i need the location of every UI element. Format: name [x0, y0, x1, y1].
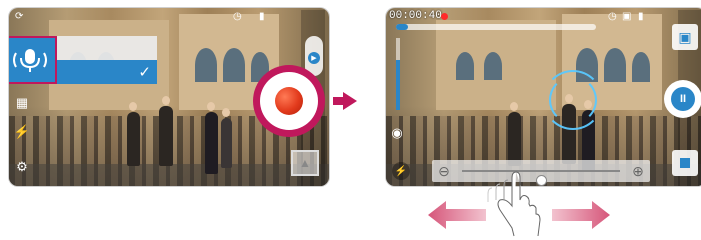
- camera-viewfinder-recording: 00:00:40 ◷ ▣ ▮ ◉ ▣ II ⚡ ⊖ ⊕: [386, 8, 701, 186]
- menu-item-audio-zoom[interactable]: ✓: [49, 60, 157, 84]
- microphone-icon: [13, 49, 47, 72]
- memory-icon: ▣: [622, 11, 632, 22]
- timer-icon: ◷: [608, 11, 617, 22]
- recording-indicator: [441, 13, 448, 20]
- camera-switch-icon[interactable]: ⟳: [15, 11, 23, 22]
- recording-timer: 00:00:40: [389, 10, 442, 22]
- capture-button[interactable]: ▣: [672, 24, 698, 50]
- recording-progress: [396, 24, 596, 30]
- stop-icon: [680, 158, 690, 168]
- audio-zoom-option[interactable]: [9, 36, 57, 84]
- audio-level-bar: [396, 38, 400, 110]
- pinch-hand-icon: [487, 171, 541, 237]
- flash-off-icon[interactable]: ⚡: [13, 123, 31, 141]
- record-icon: [275, 87, 303, 115]
- battery-icon: ▮: [638, 11, 644, 22]
- check-icon: ✓: [138, 64, 151, 81]
- menu-item-normal[interactable]: [49, 36, 157, 60]
- picture-size-icon[interactable]: ▦: [13, 94, 31, 112]
- record-button[interactable]: [253, 65, 325, 137]
- record-button-inner: [260, 72, 318, 130]
- timer-icon: ◷: [233, 11, 242, 22]
- audio-level-fill: [396, 59, 400, 110]
- audio-zoom-focus-ring-inner: [549, 76, 597, 124]
- battery-icon: ▮: [259, 11, 265, 22]
- recording-mode-menu: ✓: [9, 36, 157, 84]
- video-camera-icon: ▶: [308, 52, 320, 64]
- pause-button[interactable]: II: [664, 80, 701, 118]
- gallery-thumbnail-icon[interactable]: ▲: [291, 150, 319, 176]
- recording-progress-fill: [396, 24, 408, 30]
- capture-icon: ▣: [678, 28, 692, 45]
- zoom-in-icon[interactable]: ⊕: [630, 163, 646, 179]
- flash-off-icon[interactable]: ⚡: [392, 162, 410, 180]
- settings-icon[interactable]: ⚙: [13, 158, 31, 176]
- pause-icon: II: [671, 87, 695, 111]
- stop-button[interactable]: [672, 150, 698, 176]
- right-drag-arrow-icon: [552, 201, 610, 229]
- camera-viewfinder-before: ▶ ⟳ ◷ ▮ ✓ ▦ ⚡ ⚙ ▲: [9, 8, 329, 186]
- zoom-out-icon[interactable]: ⊖: [436, 163, 452, 179]
- right-arrow-icon: [333, 92, 357, 110]
- audio-zoom-icon: ◉: [391, 125, 403, 140]
